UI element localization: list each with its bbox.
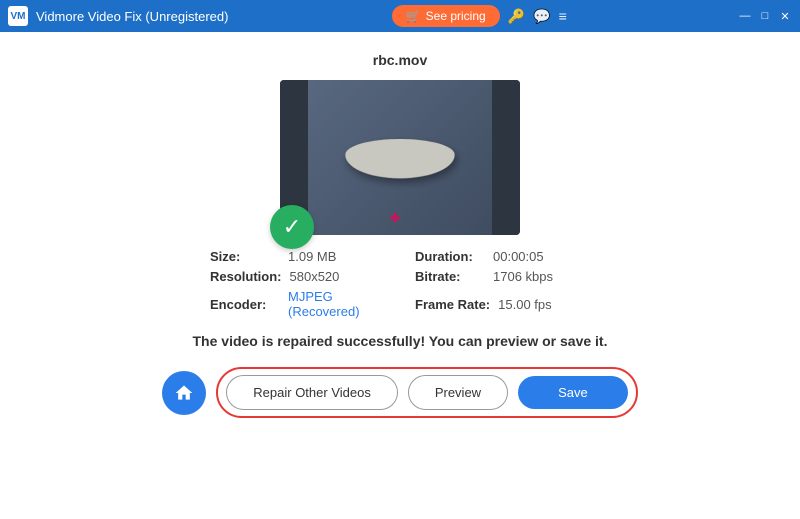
video-inner: ✤ bbox=[280, 80, 520, 235]
bitrate-label: Bitrate: bbox=[415, 269, 485, 284]
close-button[interactable]: ✕ bbox=[778, 9, 792, 23]
resolution-label: Resolution: bbox=[210, 269, 282, 284]
titlebar: VM Vidmore Video Fix (Unregistered) 🛒 Se… bbox=[0, 0, 800, 32]
encoder-row: Encoder: MJPEG (Recovered) bbox=[210, 289, 385, 319]
frame-rate-value: 15.00 fps bbox=[498, 297, 552, 312]
menu-icon[interactable]: ≡ bbox=[559, 9, 567, 23]
repair-other-button[interactable]: Repair Other Videos bbox=[226, 375, 398, 410]
resolution-value: 580x520 bbox=[290, 269, 340, 284]
file-info: Size: 1.09 MB Duration: 00:00:05 Resolut… bbox=[210, 249, 590, 319]
minimize-button[interactable]: — bbox=[738, 9, 752, 23]
main-content: rbc.mov ✤ ✓ Size: 1.09 MB Duration: 00:0… bbox=[0, 32, 800, 519]
bitrate-value: 1706 kbps bbox=[493, 269, 553, 284]
app-title: Vidmore Video Fix (Unregistered) bbox=[36, 9, 228, 24]
encoder-value: MJPEG (Recovered) bbox=[288, 289, 385, 319]
frame-rate-row: Frame Rate: 15.00 fps bbox=[415, 289, 590, 319]
duration-row: Duration: 00:00:05 bbox=[415, 249, 590, 264]
resolution-row: Resolution: 580x520 bbox=[210, 269, 385, 284]
video-object bbox=[343, 138, 457, 177]
titlebar-center: 🛒 See pricing 🔑 💬 ≡ bbox=[392, 5, 567, 27]
file-title: rbc.mov bbox=[373, 52, 427, 68]
size-value: 1.09 MB bbox=[288, 249, 336, 264]
duration-value: 00:00:05 bbox=[493, 249, 544, 264]
size-row: Size: 1.09 MB bbox=[210, 249, 385, 264]
duration-label: Duration: bbox=[415, 249, 485, 264]
video-thumbnail: ✤ ✓ bbox=[280, 80, 520, 235]
action-buttons-group: Repair Other Videos Preview Save bbox=[216, 367, 637, 418]
see-pricing-button[interactable]: 🛒 See pricing bbox=[392, 5, 500, 27]
size-label: Size: bbox=[210, 249, 280, 264]
titlebar-left: VM Vidmore Video Fix (Unregistered) bbox=[8, 6, 228, 26]
home-icon bbox=[174, 383, 194, 403]
home-button[interactable] bbox=[162, 371, 206, 415]
app-logo: VM bbox=[8, 6, 28, 26]
cart-icon: 🛒 bbox=[406, 9, 421, 23]
preview-button[interactable]: Preview bbox=[408, 375, 508, 410]
see-pricing-label: See pricing bbox=[426, 9, 486, 23]
chat-icon[interactable]: 💬 bbox=[533, 9, 550, 23]
window-controls: — □ ✕ bbox=[738, 9, 792, 23]
key-icon[interactable]: 🔑 bbox=[508, 9, 525, 23]
cursor-marker: ✤ bbox=[390, 211, 400, 225]
save-button[interactable]: Save bbox=[518, 376, 628, 409]
success-badge: ✓ bbox=[270, 205, 314, 249]
video-right-panel bbox=[492, 80, 520, 235]
action-area: Repair Other Videos Preview Save bbox=[40, 367, 760, 418]
success-message: The video is repaired successfully! You … bbox=[193, 333, 608, 349]
encoder-label: Encoder: bbox=[210, 297, 280, 312]
bitrate-row: Bitrate: 1706 kbps bbox=[415, 269, 590, 284]
maximize-button[interactable]: □ bbox=[758, 9, 772, 23]
frame-rate-label: Frame Rate: bbox=[415, 297, 490, 312]
